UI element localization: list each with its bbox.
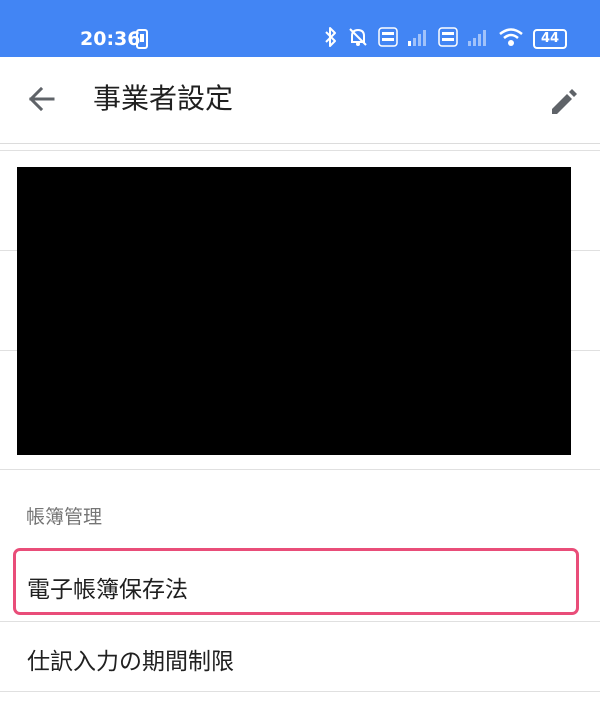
list-item-label: 仕訳入力の期間制限 [27,649,234,675]
volte-icon [378,27,398,51]
status-bar: 20:36 44 [0,0,600,57]
back-arrow-icon[interactable] [22,79,62,119]
status-icons: 44 [324,26,567,52]
list-item-journal-period-limit[interactable]: 仕訳入力の期間制限 [0,622,600,691]
page-title: 事業者設定 [93,82,234,115]
signal-icon [407,27,429,51]
battery-icon: 44 [533,29,567,49]
app-bar: 事業者設定 [0,57,600,144]
section-header: 帳簿管理 [26,506,103,528]
divider [0,469,600,470]
wifi-icon [498,27,524,51]
edit-icon[interactable] [546,79,582,119]
mute-icon [347,26,369,52]
highlight-box [13,548,579,615]
volte-icon [438,27,458,51]
redacted-content [17,167,571,455]
bluetooth-icon [324,26,338,52]
signal-icon [467,27,489,51]
divider [0,691,600,692]
phone-icon [134,29,150,53]
status-time: 20:36 [80,28,141,50]
divider [0,150,600,151]
